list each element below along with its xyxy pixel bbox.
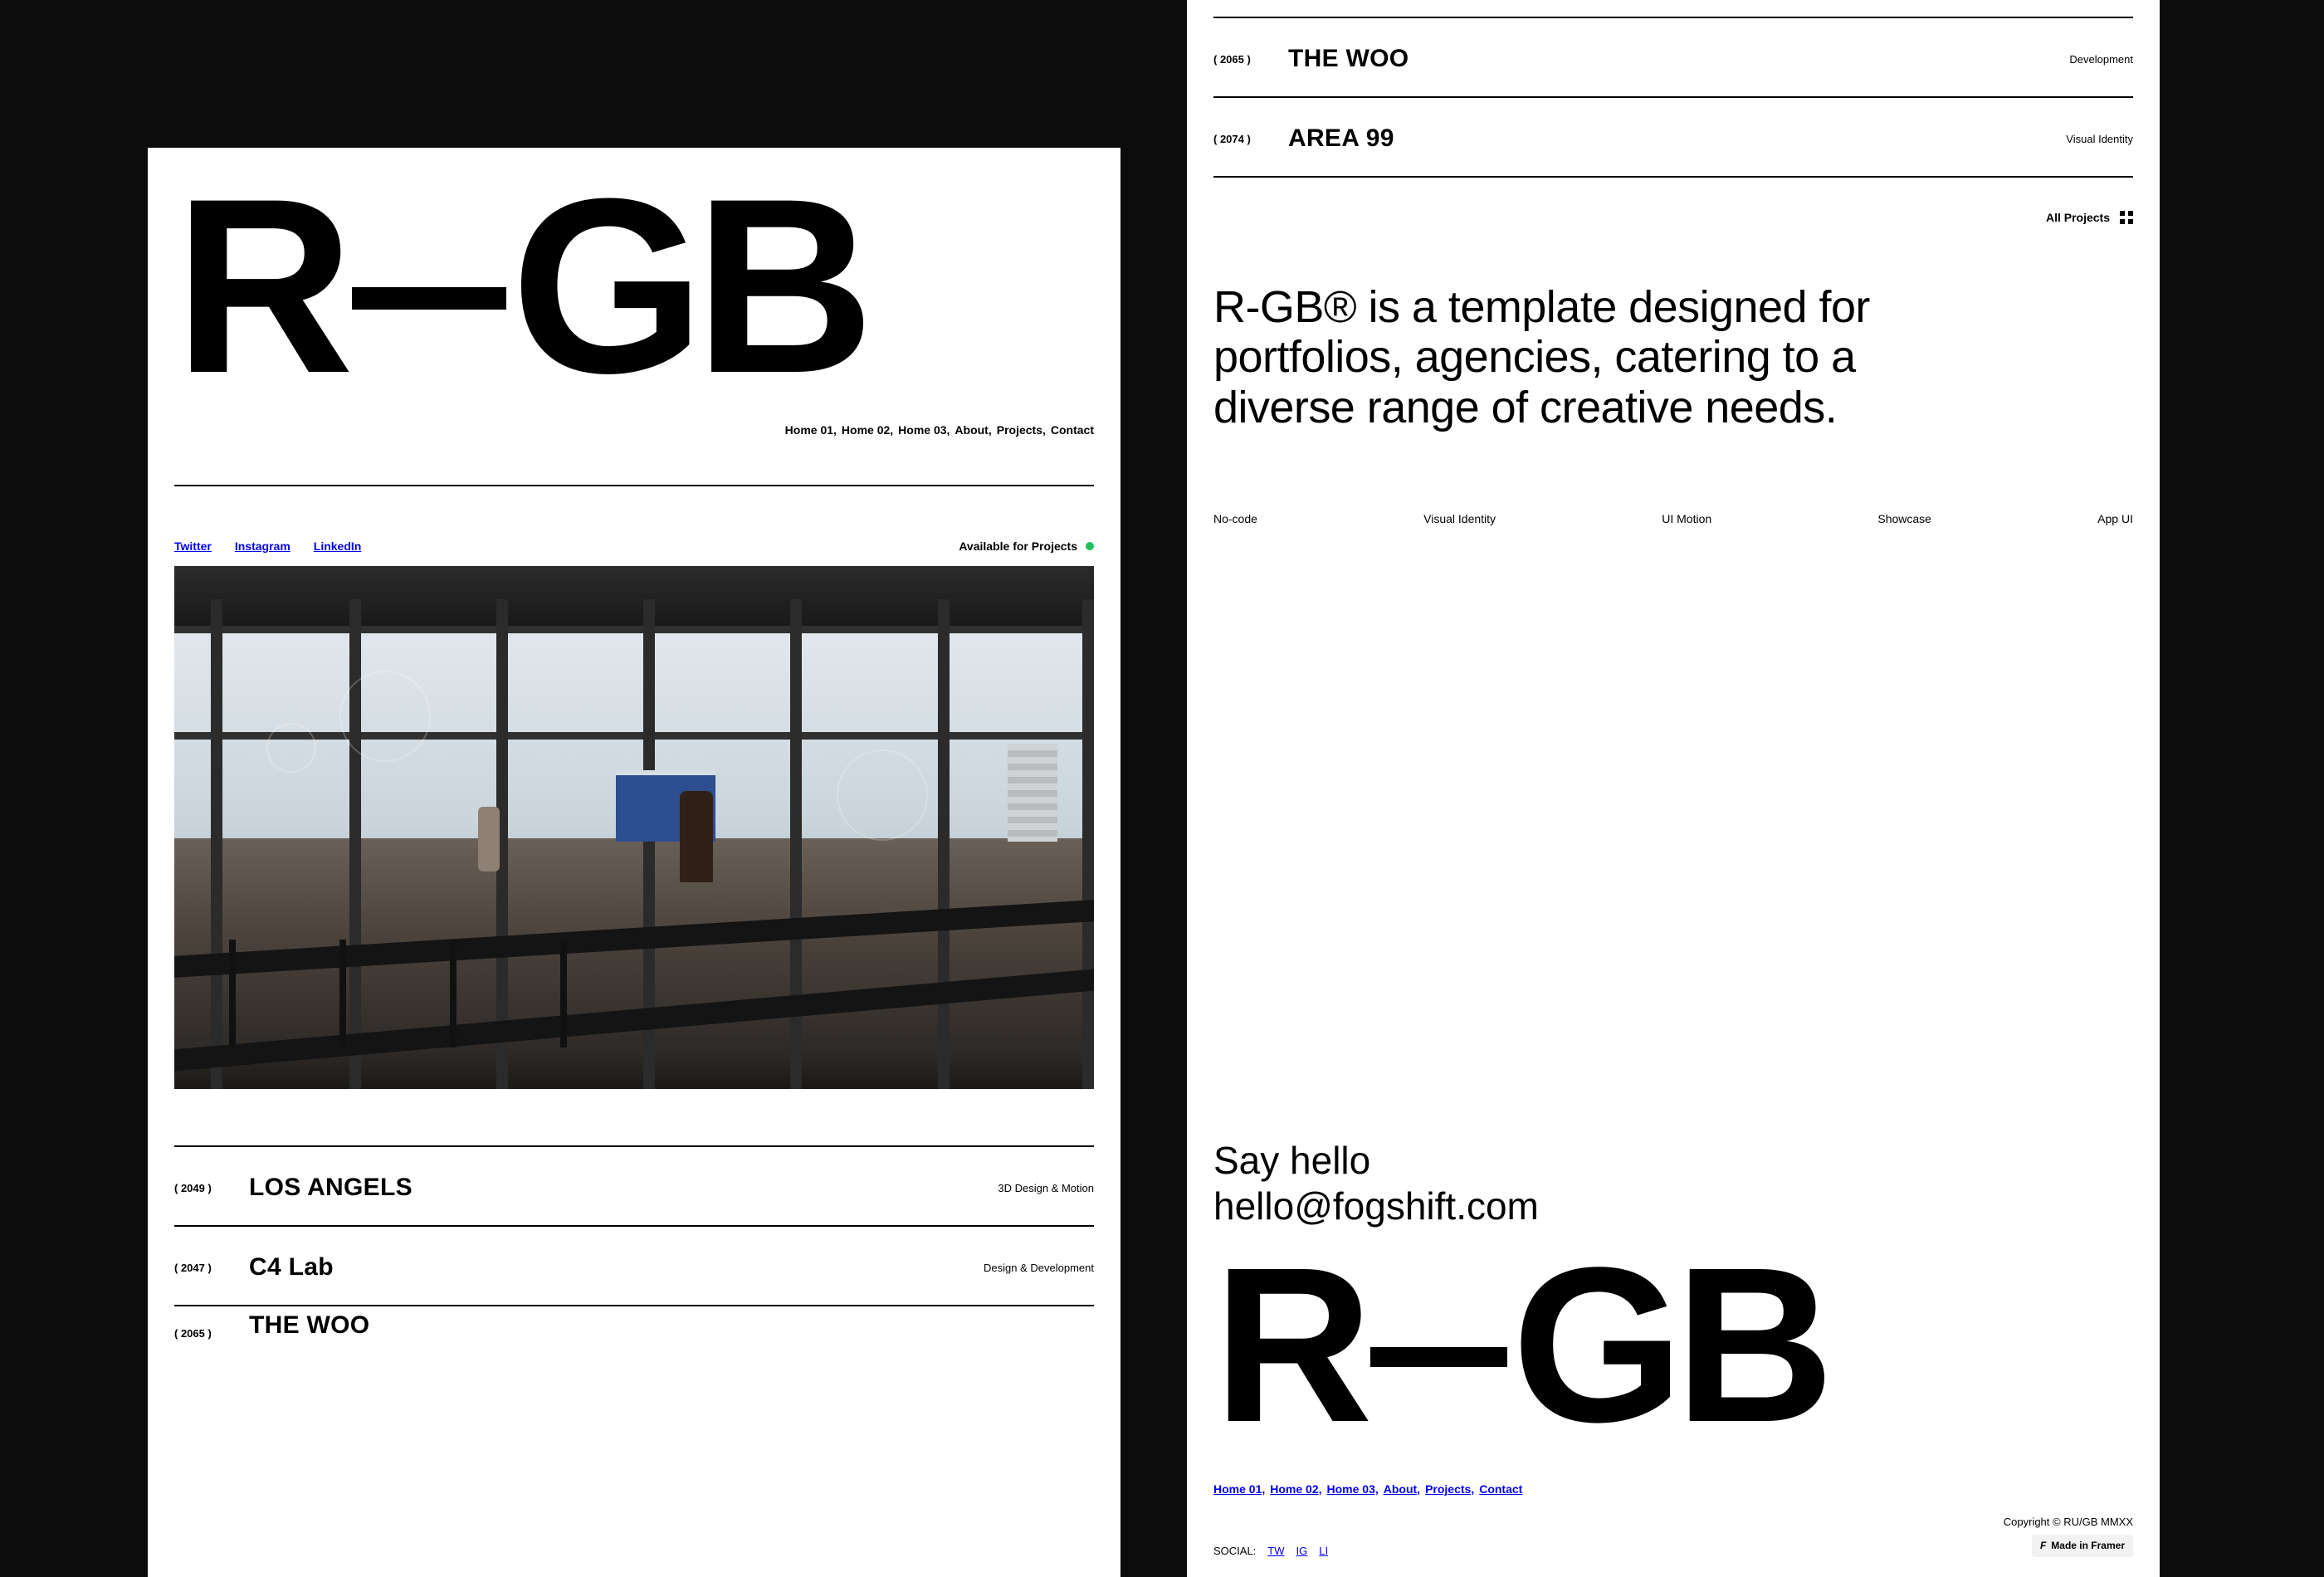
project-code: ( 2074 ) xyxy=(1213,133,1288,145)
project-row[interactable]: ( 2065 ) THE WOO Development xyxy=(1213,17,2133,96)
all-projects-label: All Projects xyxy=(2046,211,2110,224)
nav-home-02[interactable]: Home 02, xyxy=(842,423,893,437)
footer-nav: Home 01, Home 02, Home 03, About, Projec… xyxy=(1213,1482,2133,1496)
logo-gb: GB xyxy=(1512,1244,1826,1448)
expand-icon xyxy=(2120,211,2133,224)
nav-about[interactable]: About, xyxy=(954,423,991,437)
project-tag: Design & Development xyxy=(984,1262,1094,1274)
project-row[interactable]: ( 2047 ) C4 Lab Design & Development xyxy=(174,1225,1094,1305)
tag-showcase: Showcase xyxy=(1877,512,1931,525)
project-code: ( 2049 ) xyxy=(174,1182,249,1194)
logo-r: R xyxy=(174,171,344,400)
social-linkedin[interactable]: LinkedIn xyxy=(314,540,362,553)
copyright-text: Copyright © RU/GB MMXX xyxy=(2004,1514,2133,1531)
logo-gb: GB xyxy=(511,171,865,400)
project-row[interactable]: ( 2049 ) LOS ANGELS 3D Design & Motion xyxy=(174,1145,1094,1225)
tag-visual-identity: Visual Identity xyxy=(1423,512,1496,525)
nav-home-02[interactable]: Home 02, xyxy=(1270,1482,1321,1496)
project-title: LOS ANGELS xyxy=(249,1174,413,1202)
footer-meta: Copyright © RU/GB MMXX F Made in Framer xyxy=(2004,1514,2133,1557)
all-projects-link[interactable]: All Projects xyxy=(1213,211,2133,224)
contact-heading: Say hello xyxy=(1213,1138,2133,1184)
framer-icon: F xyxy=(2040,1538,2046,1554)
tag-ui-motion: UI Motion xyxy=(1662,512,1711,525)
project-row[interactable]: ( 2074 ) AREA 99 Visual Identity xyxy=(1213,96,2133,176)
tag-app-ui: App UI xyxy=(2097,512,2133,525)
project-tag: Development xyxy=(2069,53,2133,66)
nav-projects[interactable]: Projects, xyxy=(1425,1482,1474,1496)
footer-socials: SOCIAL: TW IG LI xyxy=(1213,1545,1328,1557)
nav-home-03[interactable]: Home 03, xyxy=(898,423,950,437)
status-dot-icon xyxy=(1086,542,1094,550)
brand-logo-footer: R GB xyxy=(1213,1244,2133,1448)
project-tag: Visual Identity xyxy=(2066,133,2133,145)
project-tag: 3D Design & Motion xyxy=(998,1182,1094,1194)
logo-r: R xyxy=(1213,1244,1364,1448)
social-availability-row: Twitter Instagram LinkedIn Available for… xyxy=(174,540,1094,553)
nav-home-01[interactable]: Home 01, xyxy=(1213,1482,1265,1496)
project-code: ( 2065 ) xyxy=(174,1327,249,1340)
primary-nav: Home 01, Home 02, Home 03, About, Projec… xyxy=(174,423,1094,437)
contact-block: Say hello hello@fogshift.com xyxy=(1213,1013,2133,1229)
footer-social-li[interactable]: LI xyxy=(1319,1545,1328,1557)
project-title: THE WOO xyxy=(1288,45,1409,73)
nav-home-03[interactable]: Home 03, xyxy=(1327,1482,1379,1496)
nav-projects[interactable]: Projects, xyxy=(997,423,1046,437)
tag-nocode: No-code xyxy=(1213,512,1257,525)
nav-contact[interactable]: Contact xyxy=(1479,1482,1522,1496)
social-label: SOCIAL: xyxy=(1213,1545,1256,1557)
availability-badge: Available for Projects xyxy=(959,540,1094,553)
nav-contact[interactable]: Contact xyxy=(1051,423,1094,437)
header-divider xyxy=(174,485,1094,486)
footer-social-ig[interactable]: IG xyxy=(1296,1545,1308,1557)
social-instagram[interactable]: Instagram xyxy=(235,540,290,553)
project-title: C4 Lab xyxy=(249,1253,334,1282)
page-right: ( 2065 ) THE WOO Development ( 2074 ) AR… xyxy=(1187,0,2160,1577)
page-left: R GB Home 01, Home 02, Home 03, About, P… xyxy=(148,148,1120,1577)
framer-badge[interactable]: F Made in Framer xyxy=(2032,1535,2133,1557)
social-twitter[interactable]: Twitter xyxy=(174,540,212,553)
nav-home-01[interactable]: Home 01, xyxy=(785,423,837,437)
project-title: AREA 99 xyxy=(1288,124,1394,153)
project-code: ( 2047 ) xyxy=(174,1262,249,1274)
project-row[interactable]: ( 2065 ) THE WOO xyxy=(174,1305,1094,1341)
availability-text: Available for Projects xyxy=(959,540,1077,553)
project-title: THE WOO xyxy=(249,1311,369,1340)
project-code: ( 2065 ) xyxy=(1213,53,1288,66)
footer-social-tw[interactable]: TW xyxy=(1267,1545,1284,1557)
project-end-divider xyxy=(1213,176,2133,178)
framer-label: Made in Framer xyxy=(2051,1538,2125,1554)
brand-logo: R GB xyxy=(174,171,1094,400)
about-text: R-GB® is a template designed for portfol… xyxy=(1213,282,1894,432)
nav-about[interactable]: About, xyxy=(1384,1482,1420,1496)
logo-dash xyxy=(352,287,506,310)
logo-dash xyxy=(1370,1347,1507,1367)
hero-image xyxy=(174,566,1094,1089)
footer-bottom: SOCIAL: TW IG LI Copyright © RU/GB MMXX … xyxy=(1213,1514,2133,1577)
capability-tags: No-code Visual Identity UI Motion Showca… xyxy=(1213,512,2133,525)
